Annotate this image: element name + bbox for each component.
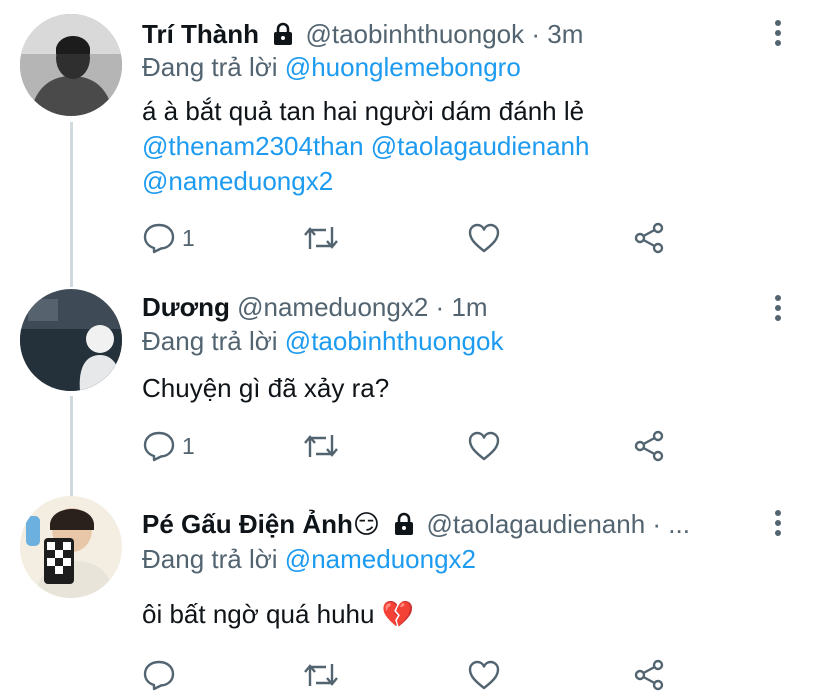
more-options-button[interactable] bbox=[768, 18, 788, 48]
retweet-icon bbox=[304, 664, 338, 686]
tweet-actions: 1 bbox=[142, 429, 702, 463]
replying-to: Đang trả lời @nameduongx2 bbox=[142, 543, 476, 575]
reply-button[interactable]: 1 bbox=[142, 221, 195, 255]
lock-icon bbox=[272, 22, 294, 46]
reply-icon bbox=[143, 660, 175, 691]
display-name[interactable]: Pé Gấu Điện Ảnh bbox=[142, 509, 353, 539]
avatar[interactable] bbox=[20, 496, 122, 598]
mention-link[interactable]: @nameduongx2 bbox=[285, 544, 476, 574]
retweet-icon bbox=[304, 435, 338, 457]
share-icon bbox=[634, 222, 664, 254]
tweet-text-line: ôi bất ngờ quá huhu bbox=[142, 599, 375, 629]
reply-count: 1 bbox=[182, 432, 195, 459]
lock-icon bbox=[393, 512, 415, 536]
tweet-text-line: á à bắt quả tan hai người dám đánh lẻ bbox=[142, 96, 585, 126]
tweet-header: Pé Gấu Điện Ảnh😏 @taolagaudienanh · ... bbox=[142, 508, 758, 540]
share-button[interactable] bbox=[632, 658, 666, 692]
user-handle[interactable]: @nameduongx2 bbox=[237, 292, 428, 322]
display-name-emoji: 😏 bbox=[352, 509, 381, 539]
mention-link[interactable]: @nameduongx2 bbox=[142, 164, 768, 199]
tweet-text-line: Chuyện gì đã xảy ra? bbox=[142, 373, 390, 403]
replying-to-label: Đang trả lời bbox=[142, 544, 278, 574]
tweet[interactable]: Dương @nameduongx2 · 1m Đang trả lời @ta… bbox=[0, 285, 828, 490]
reply-count: 1 bbox=[182, 224, 195, 251]
like-button[interactable] bbox=[467, 658, 501, 692]
like-button[interactable] bbox=[467, 221, 501, 255]
separator-dot: · bbox=[531, 19, 541, 49]
heart-icon bbox=[468, 660, 500, 690]
mention-link[interactable]: @huonglemebongro bbox=[285, 52, 521, 82]
replying-to-label: Đang trả lời bbox=[142, 52, 278, 82]
like-button[interactable] bbox=[467, 429, 501, 463]
more-vertical-icon bbox=[775, 510, 781, 536]
tweet-header: Trí Thành @taobinhthuongok · 3m bbox=[142, 18, 758, 50]
retweet-button[interactable] bbox=[302, 221, 340, 255]
tweet-text: Chuyện gì đã xảy ra? bbox=[142, 371, 768, 406]
more-options-button[interactable] bbox=[768, 293, 788, 323]
replying-to-label: Đang trả lời bbox=[142, 326, 278, 356]
display-name[interactable]: Trí Thành bbox=[142, 19, 259, 49]
reply-button[interactable]: 1 bbox=[142, 429, 195, 463]
more-vertical-icon bbox=[775, 20, 781, 46]
retweet-icon bbox=[304, 227, 338, 249]
heart-icon bbox=[468, 223, 500, 253]
user-handle[interactable]: @taolagaudienanh · ... bbox=[427, 509, 690, 539]
tweet-header: Dương @nameduongx2 · 1m bbox=[142, 291, 758, 323]
user-handle[interactable]: @taobinhthuongok bbox=[305, 19, 524, 49]
tweet-actions bbox=[142, 658, 702, 692]
more-vertical-icon bbox=[775, 295, 781, 321]
timestamp[interactable]: 1m bbox=[451, 292, 487, 322]
display-name[interactable]: Dương bbox=[142, 292, 230, 322]
mention-link[interactable]: @taobinhthuongok bbox=[285, 326, 504, 356]
mention-links[interactable]: @thenam2304than @taolagaudienanh bbox=[142, 129, 768, 164]
broken-heart-emoji: 💔 bbox=[381, 599, 415, 629]
replying-to: Đang trả lời @taobinhthuongok bbox=[142, 325, 503, 357]
tweet-text: á à bắt quả tan hai người dám đánh lẻ @t… bbox=[142, 94, 768, 199]
reply-button[interactable] bbox=[142, 658, 176, 692]
share-icon bbox=[634, 430, 664, 462]
share-button[interactable] bbox=[632, 429, 666, 463]
tweet[interactable]: Trí Thành @taobinhthuongok · 3m Đang trả… bbox=[0, 0, 828, 285]
share-button[interactable] bbox=[632, 221, 666, 255]
avatar[interactable] bbox=[20, 289, 122, 391]
replying-to: Đang trả lời @huonglemebongro bbox=[142, 51, 521, 83]
tweet-actions: 1 bbox=[142, 221, 702, 255]
retweet-button[interactable] bbox=[302, 429, 340, 463]
avatar[interactable] bbox=[20, 14, 122, 116]
retweet-button[interactable] bbox=[302, 658, 340, 692]
timestamp[interactable]: 3m bbox=[547, 19, 583, 49]
reply-icon bbox=[143, 223, 175, 254]
heart-icon bbox=[468, 431, 500, 461]
tweet[interactable]: Pé Gấu Điện Ảnh😏 @taolagaudienanh · ... … bbox=[0, 490, 828, 698]
separator-dot: · bbox=[435, 292, 445, 322]
tweet-text: ôi bất ngờ quá huhu 💔 bbox=[142, 597, 768, 632]
share-icon bbox=[634, 659, 664, 691]
reply-icon bbox=[143, 431, 175, 462]
more-options-button[interactable] bbox=[768, 508, 788, 538]
